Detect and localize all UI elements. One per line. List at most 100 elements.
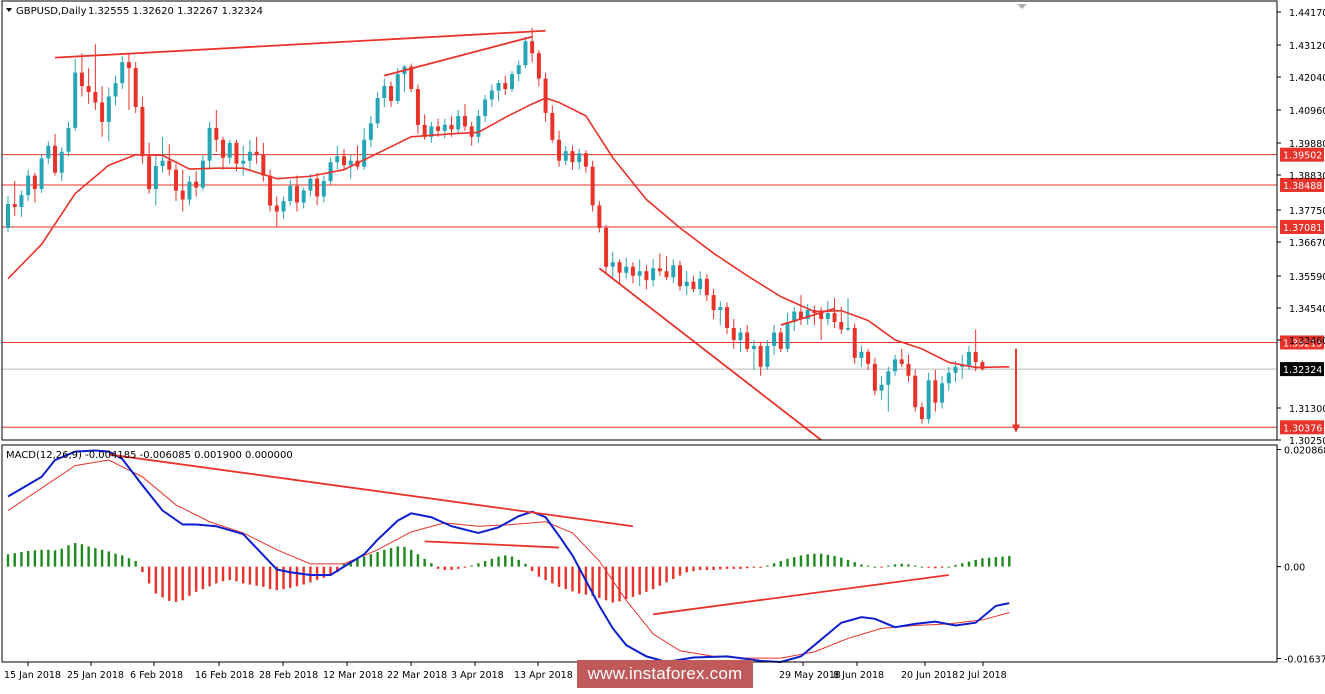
- candle-bear: [32, 175, 37, 190]
- macd-histogram-bar: [221, 566, 225, 582]
- candle-bull: [153, 166, 158, 190]
- macd-histogram-bar: [295, 566, 299, 587]
- candle-bear: [597, 205, 602, 228]
- candle-bull: [966, 351, 971, 366]
- macd-histogram-bar: [67, 545, 70, 567]
- macd-histogram-bar: [954, 564, 957, 567]
- macd-histogram-bar: [900, 563, 903, 567]
- macd-histogram-bar: [598, 566, 601, 599]
- candle-bear: [711, 295, 716, 311]
- candle-bull: [200, 160, 205, 188]
- price-trendline: [598, 267, 822, 441]
- macd-histogram-bar: [443, 566, 446, 570]
- date-tick-label: 25 Jan 2018: [67, 670, 124, 681]
- candle-bear: [899, 359, 904, 364]
- candle-bull: [368, 123, 373, 140]
- macd-histogram-bar: [255, 566, 258, 586]
- macd-panel-frame: [1, 444, 1278, 663]
- macd-histogram-bar: [33, 550, 37, 567]
- candle-bull: [946, 372, 951, 384]
- macd-histogram-bar: [530, 566, 534, 572]
- candle-bull: [483, 99, 488, 116]
- candle-bull: [496, 83, 501, 91]
- macd-histogram-bar: [235, 566, 238, 582]
- macd-histogram-bar: [786, 558, 789, 567]
- macd-histogram-bar: [537, 566, 541, 577]
- candle-bear: [758, 345, 763, 367]
- macd-histogram-bar: [819, 553, 823, 567]
- price-panel-frame: [1, 0, 1278, 441]
- macd-histogram-bar: [853, 562, 856, 567]
- macd-histogram-bar: [544, 566, 547, 581]
- macd-histogram-bar: [60, 548, 63, 567]
- shift-marker-icon: [1017, 4, 1027, 9]
- candle-bear: [550, 112, 555, 140]
- macd-histogram-bar: [6, 554, 10, 567]
- candle-bull: [523, 41, 528, 66]
- candle-bear: [53, 145, 58, 173]
- candle-bear: [147, 156, 152, 190]
- candle-bear: [778, 332, 783, 349]
- candle-bear: [469, 126, 474, 137]
- date-tick-label: 13 Apr 2018: [514, 670, 573, 681]
- date-tick-label: 20 Jun 2018: [901, 670, 958, 681]
- current-price-label: 1.32324: [1283, 365, 1322, 376]
- macd-histogram-bar: [651, 566, 655, 590]
- candle-bear: [100, 102, 105, 122]
- candle-bull: [859, 351, 864, 358]
- candle-bull: [772, 332, 777, 346]
- macd-histogram-bar: [430, 563, 433, 567]
- price-tick-label: 1.37750: [1289, 206, 1325, 217]
- macd-histogram-bar: [732, 566, 735, 569]
- candle-bull: [516, 65, 521, 75]
- candle-bull: [624, 266, 629, 273]
- candle-bull: [66, 127, 71, 152]
- macd-histogram-bar: [181, 566, 184, 601]
- macd-histogram-bar: [463, 566, 467, 568]
- date-tick-label: 16 Feb 2018: [195, 670, 254, 681]
- candle-bear: [530, 41, 535, 54]
- macd-histogram-bar: [866, 565, 870, 567]
- candle-bull: [281, 201, 286, 212]
- date-tick-label: 28 Feb 2018: [259, 670, 318, 681]
- macd-histogram-bar: [631, 566, 635, 597]
- macd-histogram-bar: [739, 566, 742, 569]
- macd-histogram-bar: [423, 558, 426, 567]
- macd-tick-label: 0.020868: [1284, 446, 1325, 457]
- macd-histogram-bar: [826, 554, 830, 567]
- candle-bull: [46, 145, 51, 159]
- candle-bull: [926, 380, 931, 420]
- candle-bull: [247, 151, 252, 161]
- macd-histogram-bar: [766, 565, 769, 567]
- macd-histogram-bar: [483, 561, 487, 567]
- candle-bear: [234, 142, 239, 164]
- macd-histogram-bar: [80, 544, 84, 567]
- candle-bear: [644, 271, 649, 281]
- candle-bull: [785, 322, 790, 349]
- chart-canvas[interactable]: 1.395021.384881.370811.332151.303761.323…: [0, 0, 1325, 690]
- candle-bear: [543, 78, 548, 113]
- date-tick-label: 6 Feb 2018: [130, 670, 183, 681]
- candle-bear: [536, 53, 541, 79]
- macd-histogram-bar: [289, 566, 292, 588]
- candle-bull: [288, 186, 293, 202]
- macd-histogram-bar: [13, 553, 16, 567]
- macd-histogram-bar: [920, 566, 924, 568]
- macd-histogram-bar: [376, 552, 379, 567]
- candle-bull: [684, 281, 689, 287]
- macd-histogram-bar: [638, 566, 641, 595]
- macd-histogram-bar: [74, 543, 77, 567]
- price-tick-label: 1.35590: [1289, 272, 1325, 283]
- symbol-dropdown-icon: [6, 8, 12, 12]
- candle-bull: [510, 74, 514, 90]
- candle-bull: [160, 160, 165, 167]
- candle-bull: [698, 278, 703, 290]
- macd-histogram-bar: [813, 553, 816, 567]
- candle-bull: [940, 383, 945, 403]
- macd-histogram-bar: [1008, 555, 1011, 567]
- macd-histogram-bar: [752, 566, 756, 568]
- macd-histogram-bar: [880, 566, 883, 568]
- candle-bear: [174, 169, 178, 191]
- macd-histogram-bar: [967, 561, 971, 567]
- macd-histogram-bar: [188, 566, 191, 596]
